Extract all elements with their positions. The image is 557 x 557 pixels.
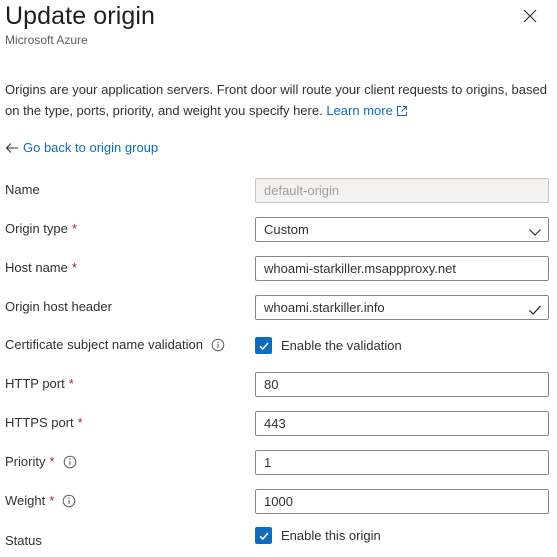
- required-indicator: *: [71, 260, 77, 275]
- origin-host-header-label: Origin host header: [5, 299, 112, 314]
- form-row-status: Status Enable this origin: [0, 527, 557, 555]
- back-link-label: Go back to origin group: [23, 140, 159, 155]
- origin-type-label: Origin type *: [5, 215, 77, 243]
- priority-label: Priority *: [5, 448, 77, 476]
- weight-input[interactable]: 1000: [255, 489, 549, 514]
- description: Origins are your application servers. Fr…: [5, 79, 553, 121]
- status-checkbox-label: Enable this origin: [281, 528, 381, 543]
- info-icon[interactable]: [62, 494, 76, 508]
- checkbox-checked-icon: [255, 527, 272, 544]
- page-subtitle: Microsoft Azure: [5, 33, 88, 47]
- weight-label: Weight *: [5, 487, 76, 515]
- http-port-input[interactable]: 80: [255, 372, 549, 397]
- form-row-cert-validation: Certificate subject name validation Enab…: [0, 331, 557, 359]
- cert-validation-checkbox-label: Enable the validation: [281, 338, 402, 353]
- origin-host-header-input[interactable]: whoami.starkiller.info: [255, 295, 549, 320]
- name-field: default-origin: [255, 178, 549, 203]
- form-row-http-port: HTTP port * 80: [0, 370, 557, 398]
- form-row-priority: Priority * 1: [0, 448, 557, 476]
- page-title: Update origin: [5, 2, 156, 30]
- external-link-icon: [396, 106, 407, 116]
- checkbox-checked-icon: [255, 337, 272, 354]
- form-row-origin-host-header: Origin host header whoami.starkiller.inf…: [0, 293, 557, 321]
- required-indicator: *: [77, 415, 83, 430]
- back-to-origin-group-link[interactable]: Go back to origin group: [5, 140, 158, 155]
- origin-host-header-value: whoami.starkiller.info: [264, 300, 385, 315]
- status-checkbox[interactable]: Enable this origin: [255, 527, 381, 544]
- form-row-weight: Weight * 1000: [0, 487, 557, 515]
- required-indicator: *: [71, 221, 77, 236]
- form-row-name: Name default-origin: [0, 176, 557, 204]
- learn-more-link[interactable]: Learn more: [326, 103, 407, 118]
- name-label: Name: [5, 182, 40, 197]
- status-label: Status: [5, 533, 42, 548]
- host-name-label: Host name *: [5, 254, 77, 282]
- priority-input[interactable]: 1: [255, 450, 549, 475]
- origin-type-dropdown[interactable]: Custom: [255, 217, 549, 242]
- https-port-label: HTTPS port *: [5, 409, 83, 437]
- host-name-input[interactable]: whoami-starkiller.msappproxy.net: [255, 256, 549, 281]
- origin-type-value: Custom: [264, 222, 309, 237]
- required-indicator: *: [68, 376, 74, 391]
- checkmark-icon: [529, 305, 541, 315]
- info-icon[interactable]: [63, 455, 77, 469]
- close-button[interactable]: [520, 6, 540, 26]
- required-indicator: *: [49, 493, 55, 508]
- description-text: Origins are your application servers. Fr…: [5, 82, 547, 118]
- close-icon: [523, 9, 537, 23]
- cert-validation-label: Certificate subject name validation: [5, 331, 225, 359]
- https-port-input[interactable]: 443: [255, 411, 549, 436]
- info-icon[interactable]: [211, 338, 225, 352]
- chevron-down-icon: [529, 229, 541, 236]
- back-arrow-icon: [5, 142, 18, 153]
- required-indicator: *: [49, 454, 55, 469]
- cert-validation-checkbox[interactable]: Enable the validation: [255, 337, 402, 354]
- http-port-label: HTTP port *: [5, 370, 74, 398]
- form-row-origin-type: Origin type * Custom: [0, 215, 557, 243]
- form-row-https-port: HTTPS port * 443: [0, 409, 557, 437]
- form-row-host-name: Host name * whoami-starkiller.msappproxy.…: [0, 254, 557, 282]
